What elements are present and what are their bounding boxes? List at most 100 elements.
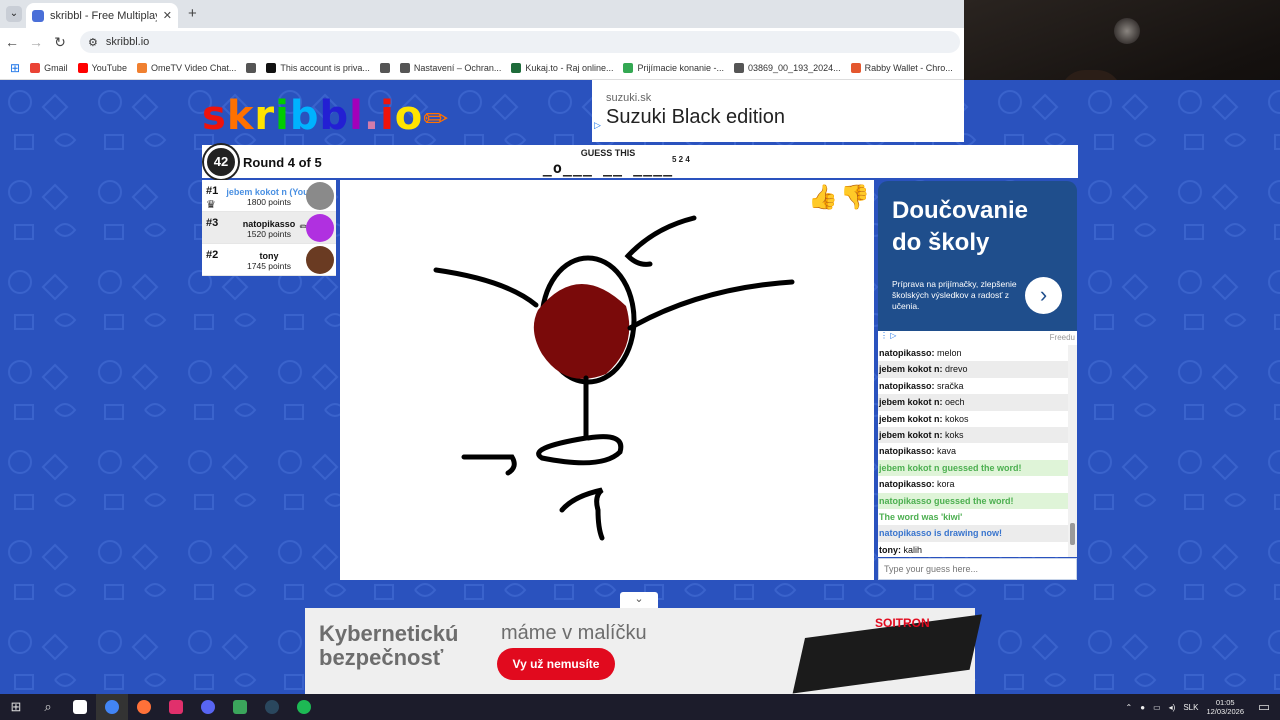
firefox-icon[interactable] (128, 694, 160, 720)
bookmark-item[interactable]: YouTube (77, 62, 127, 73)
ad-tagline: máme v malíčku (501, 622, 647, 644)
scrollbar-thumb[interactable] (1070, 523, 1075, 545)
chat-message: natopikasso: sračka (879, 380, 964, 391)
skribbl-favicon-icon (32, 9, 44, 22)
avatar (306, 182, 334, 210)
instagram-icon[interactable] (160, 694, 192, 720)
forward-icon[interactable]: → (24, 34, 48, 50)
bookmark-item[interactable]: Kukaj.to - Raj online... (511, 62, 614, 73)
chat-message: jebem kokot n: drevo (878, 361, 1068, 378)
chrome-icon[interactable] (96, 694, 128, 720)
notification-icon[interactable]: ▭ (1248, 694, 1280, 720)
tab-strip: ⌄ skribbl - Free Multiplayer Draw ✕ + (0, 0, 964, 28)
avatar (306, 214, 334, 242)
ad-sponsor: Freedu (1049, 333, 1075, 342)
chevron-down-icon[interactable]: ⌄ (620, 592, 658, 608)
guess-input[interactable] (878, 558, 1077, 580)
bookmark-favicon-icon (246, 62, 257, 73)
site-info-icon[interactable]: ⚙ (88, 36, 98, 49)
bookmark-favicon-icon (379, 62, 390, 73)
back-icon[interactable]: ← (0, 34, 24, 50)
steam-icon[interactable] (256, 694, 288, 720)
file-icon[interactable] (64, 694, 96, 720)
player-row[interactable]: #3 natopikasso 1520 points ✏ (202, 212, 336, 244)
bookmark-item[interactable]: 03869_00_193_2024... (734, 62, 841, 73)
bookmark-label: Rabby Wallet - Chro... (864, 62, 953, 73)
bookmark-favicon-icon (136, 62, 147, 73)
volume-icon[interactable]: ◂) (1169, 703, 1176, 712)
app-icon[interactable] (224, 694, 256, 720)
player-list: #1 ♛ jebem kokot n (You) 1800 points #3 … (202, 180, 336, 276)
bookmark-item[interactable]: Gmail (30, 62, 68, 73)
bookmark-label: This account is priva... (280, 62, 370, 73)
bookmark-item[interactable]: Prijímacie konanie -... (623, 62, 724, 73)
player-rank: #1 (206, 185, 219, 197)
skribbl-logo: skribbl.io✏ (202, 93, 450, 139)
bookmark-label: YouTube (91, 62, 127, 73)
chat-message: natopikasso: kora (879, 479, 955, 490)
chat-log: natopikasso: melon jebem kokot n: drevo … (878, 345, 1068, 557)
crown-icon: ♛ (206, 199, 216, 211)
bookmark-favicon-icon (30, 62, 41, 73)
bookmark-item[interactable] (246, 62, 257, 73)
player-row[interactable]: #2 tony 1745 points (202, 244, 336, 276)
adchoices-icon[interactable]: ▷ (594, 120, 601, 131)
chat-message: natopikasso: melon (879, 348, 962, 358)
word-lengths: 5 2 4 (672, 155, 690, 164)
bookmark-favicon-icon (734, 62, 745, 73)
ad-headline: Doučovanie do školy (892, 197, 1029, 256)
player-rank: #2 (206, 249, 219, 261)
bookmark-favicon-icon (511, 62, 522, 73)
bookmark-label: Gmail (44, 62, 68, 73)
spotify-icon[interactable] (288, 694, 320, 720)
network-icon[interactable]: ▭ (1153, 703, 1161, 712)
bottom-ad-banner[interactable]: Kybernetickú bezpečnosť máme v malíčku V… (305, 608, 982, 694)
bookmark-label: Nastavení – Ochran... (413, 62, 502, 73)
chat-scrollbar[interactable] (1068, 345, 1077, 557)
search-icon[interactable]: ⌕ (32, 694, 64, 720)
word-hint: _o___ __ ____ (542, 159, 674, 177)
top-ad-banner[interactable]: suzuki.sk Suzuki Black edition ▷ (592, 80, 964, 142)
thumbs-down-button[interactable]: 👎 (840, 184, 870, 212)
adchoices-icon[interactable]: ⋮ ▷ (880, 331, 896, 340)
tab-skribbl[interactable]: skribbl - Free Multiplayer Draw ✕ (26, 3, 178, 28)
chat-message: jebem kokot n: koks (878, 426, 1068, 444)
thumbs-up-button[interactable]: 👍 (808, 184, 838, 212)
ad-brand: SOITRON (875, 616, 930, 630)
ad-headline: Kybernetickú bezpečnosť (319, 621, 459, 670)
bookmark-favicon-icon (77, 62, 88, 73)
mic-icon[interactable]: ● (1140, 703, 1145, 712)
bookmark-label: Kukaj.to - Raj online... (525, 62, 614, 73)
game-header: 42 Round 4 of 5 GUESS THIS _o___ __ ____… (202, 145, 1078, 179)
new-tab-button[interactable]: + (188, 5, 197, 22)
drawing-canvas[interactable]: 👍 👎 (340, 180, 874, 580)
ad-headline: Suzuki Black edition (606, 106, 785, 128)
bookmark-item[interactable]: Rabby Wallet - Chro... (850, 62, 953, 73)
clock[interactable]: 01:05 12/03/2026 (1206, 698, 1244, 716)
discord-icon[interactable] (192, 694, 224, 720)
ad-subtext: Príprava na prijímačky, zlepšenie školsk… (892, 279, 1017, 311)
language-indicator[interactable]: SLK (1183, 703, 1198, 712)
ad-domain: suzuki.sk (606, 92, 652, 104)
player-row[interactable]: #1 ♛ jebem kokot n (You) 1800 points (202, 180, 336, 212)
bookmark-item[interactable]: OmeTV Video Chat... (136, 62, 236, 73)
bookmark-item[interactable] (379, 62, 390, 73)
lamp (1114, 18, 1140, 44)
apps-grid-icon[interactable]: ⊞ (10, 61, 20, 75)
bookmark-label: 03869_00_193_2024... (748, 62, 841, 73)
pencil-icon: ✏ (423, 102, 450, 137)
chevron-up-icon[interactable]: ⌃ (1126, 703, 1133, 712)
bookmarks-bar: ⊞ Gmail YouTube OmeTV Video Chat... This ac… (0, 56, 964, 80)
ad-cta-button[interactable]: Vy už nemusíte (497, 648, 615, 680)
reload-icon[interactable]: ↻ (48, 34, 72, 51)
chevron-right-icon[interactable]: › (1025, 277, 1062, 314)
tab-list-button[interactable]: ⌄ (6, 6, 22, 22)
windows-taskbar: ⊞ ⌕ ⌃ ● ▭ ◂) SLK 01:05 12/03/2026 ▭ (0, 694, 1280, 720)
tab-close-icon[interactable]: ✕ (163, 9, 172, 22)
chat-message-correct: jebem kokot n guessed the word! (878, 459, 1068, 477)
side-ad-banner[interactable]: Doučovanie do školy Príprava na prijímač… (878, 181, 1077, 331)
bookmark-item[interactable]: This account is priva... (266, 62, 370, 73)
bookmark-item[interactable]: Nastavení – Ochran... (399, 62, 502, 73)
address-bar[interactable]: ⚙ skribbl.io (80, 31, 960, 53)
start-icon[interactable]: ⊞ (0, 694, 32, 720)
